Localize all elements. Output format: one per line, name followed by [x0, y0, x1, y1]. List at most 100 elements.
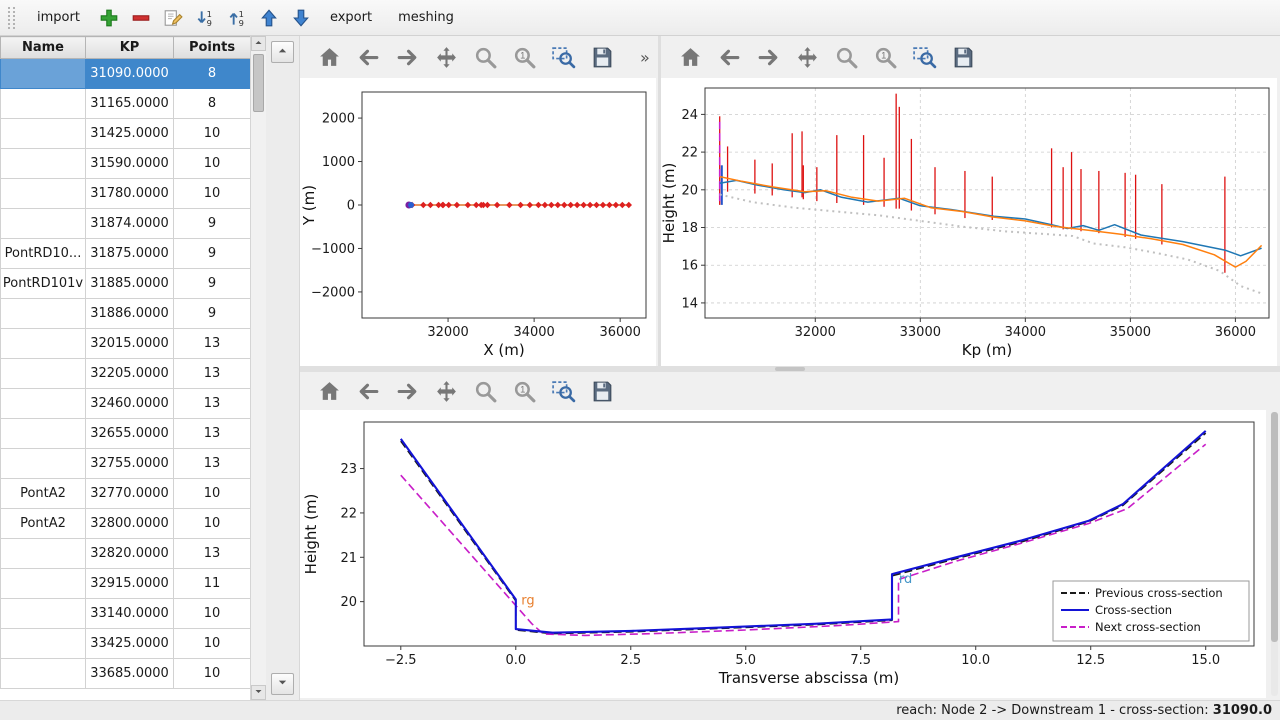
table-row[interactable]: 31090.00008	[1, 59, 251, 89]
plan-zoom-button[interactable]	[468, 42, 502, 73]
toolbar-grip-handle[interactable]	[8, 7, 15, 29]
points-cell[interactable]: 13	[174, 389, 251, 419]
cross-section-save-button[interactable]	[585, 376, 619, 407]
table-row[interactable]: 31780.000010	[1, 179, 251, 209]
kp-cell[interactable]: 31875.0000	[86, 239, 174, 269]
plan-back-button[interactable]	[351, 42, 385, 73]
table-row[interactable]: 32460.000013	[1, 389, 251, 419]
points-cell[interactable]: 10	[174, 179, 251, 209]
name-cell[interactable]	[1, 89, 86, 119]
cross-section-forward-button[interactable]	[390, 376, 424, 407]
kp-cell[interactable]: 31874.0000	[86, 209, 174, 239]
name-cell[interactable]	[1, 419, 86, 449]
points-cell[interactable]: 8	[174, 89, 251, 119]
cross-section-chart[interactable]: −2.50.02.55.07.510.012.515.020212223Tran…	[300, 410, 1266, 698]
name-cell[interactable]	[1, 149, 86, 179]
profile-pan-button[interactable]	[790, 42, 824, 73]
name-cell[interactable]	[1, 569, 86, 599]
column-header-kp[interactable]: KP	[86, 37, 174, 59]
plan-home-button[interactable]	[312, 42, 346, 73]
name-cell[interactable]	[1, 359, 86, 389]
points-cell[interactable]: 13	[174, 329, 251, 359]
table-row[interactable]: 32205.000013	[1, 359, 251, 389]
cross-section-home-button[interactable]	[312, 376, 346, 407]
name-cell[interactable]	[1, 119, 86, 149]
table-row[interactable]: 33685.000010	[1, 659, 251, 689]
points-cell[interactable]: 10	[174, 119, 251, 149]
table-row[interactable]: 32015.000013	[1, 329, 251, 359]
table-row[interactable]: 32915.000011	[1, 569, 251, 599]
table-row[interactable]: PontRD10...31875.00009	[1, 239, 251, 269]
move-down-button[interactable]	[286, 4, 316, 32]
table-row[interactable]: PontA232800.000010	[1, 509, 251, 539]
points-cell[interactable]: 13	[174, 539, 251, 569]
profile-save-button[interactable]	[946, 42, 980, 73]
table-scrollbar[interactable]	[250, 36, 266, 700]
points-cell[interactable]: 10	[174, 149, 251, 179]
points-cell[interactable]: 10	[174, 659, 251, 689]
table-row[interactable]: 31165.00008	[1, 89, 251, 119]
toolbar-overflow-chevron[interactable]: »	[640, 48, 650, 67]
column-header-points[interactable]: Points	[174, 37, 251, 59]
table-row[interactable]: 33425.000010	[1, 629, 251, 659]
profile-zoom-original-button[interactable]: 1	[868, 42, 902, 73]
plan-view-chart[interactable]: 320003400036000−2000−1000010002000X (m)Y…	[300, 78, 656, 366]
kp-cell[interactable]: 33425.0000	[86, 629, 174, 659]
points-cell[interactable]: 13	[174, 449, 251, 479]
table-row[interactable]: 31590.000010	[1, 149, 251, 179]
points-cell[interactable]: 13	[174, 419, 251, 449]
kp-cell[interactable]: 32770.0000	[86, 479, 174, 509]
points-cell[interactable]: 11	[174, 569, 251, 599]
table-row[interactable]: PontRD101v31885.00009	[1, 269, 251, 299]
plan-zoom-original-button[interactable]: 1	[507, 42, 541, 73]
name-cell[interactable]: PontA2	[1, 479, 86, 509]
table-row[interactable]: 32755.000013	[1, 449, 251, 479]
plan-forward-button[interactable]	[390, 42, 424, 73]
profile-home-button[interactable]	[673, 42, 707, 73]
kp-cell[interactable]: 32655.0000	[86, 419, 174, 449]
meshing-button[interactable]: meshing	[386, 4, 466, 32]
cross-section-zoom-rect-button[interactable]	[546, 376, 580, 407]
name-cell[interactable]	[1, 209, 86, 239]
kp-cell[interactable]: 31886.0000	[86, 299, 174, 329]
kp-cell[interactable]: 33685.0000	[86, 659, 174, 689]
profile-forward-button[interactable]	[751, 42, 785, 73]
cross-section-back-button[interactable]	[351, 376, 385, 407]
scrollbar-down-button[interactable]	[251, 685, 266, 700]
profile-back-button[interactable]	[712, 42, 746, 73]
name-cell[interactable]	[1, 179, 86, 209]
name-cell[interactable]	[1, 449, 86, 479]
points-cell[interactable]: 9	[174, 269, 251, 299]
name-cell[interactable]: PontA2	[1, 509, 86, 539]
table-row[interactable]: 31425.000010	[1, 119, 251, 149]
kp-cell[interactable]: 31780.0000	[86, 179, 174, 209]
name-cell[interactable]: PontRD10...	[1, 239, 86, 269]
splitter-handle[interactable]	[775, 367, 805, 371]
kp-cell[interactable]: 32800.0000	[86, 509, 174, 539]
table-row[interactable]: 32655.000013	[1, 419, 251, 449]
cross-section-zoom-button[interactable]	[468, 376, 502, 407]
name-cell[interactable]: PontRD101v	[1, 269, 86, 299]
longitudinal-profile-chart[interactable]: 3200033000340003500036000141618202224Kp …	[661, 78, 1277, 366]
points-cell[interactable]: 8	[174, 59, 251, 89]
scroll-rows-up-button[interactable]	[271, 41, 294, 63]
points-cell[interactable]: 9	[174, 209, 251, 239]
table-row[interactable]: PontA232770.000010	[1, 479, 251, 509]
table-row[interactable]: 31886.00009	[1, 299, 251, 329]
kp-cell[interactable]: 31165.0000	[86, 89, 174, 119]
kp-cell[interactable]: 32015.0000	[86, 329, 174, 359]
table-row[interactable]: 33140.000010	[1, 599, 251, 629]
plan-zoom-rect-button[interactable]	[546, 42, 580, 73]
points-cell[interactable]: 9	[174, 299, 251, 329]
kp-cell[interactable]: 32205.0000	[86, 359, 174, 389]
cross-section-zoom-original-button[interactable]: 1	[507, 376, 541, 407]
points-cell[interactable]: 10	[174, 509, 251, 539]
cross-section-scrollbar[interactable]	[1271, 412, 1278, 696]
points-cell[interactable]: 9	[174, 239, 251, 269]
kp-cell[interactable]: 32820.0000	[86, 539, 174, 569]
scroll-rows-down-button[interactable]	[271, 673, 294, 695]
kp-cell[interactable]: 32460.0000	[86, 389, 174, 419]
kp-cell[interactable]: 31885.0000	[86, 269, 174, 299]
cross-section-scrollbar-thumb[interactable]	[1271, 412, 1278, 642]
kp-cell[interactable]: 31425.0000	[86, 119, 174, 149]
